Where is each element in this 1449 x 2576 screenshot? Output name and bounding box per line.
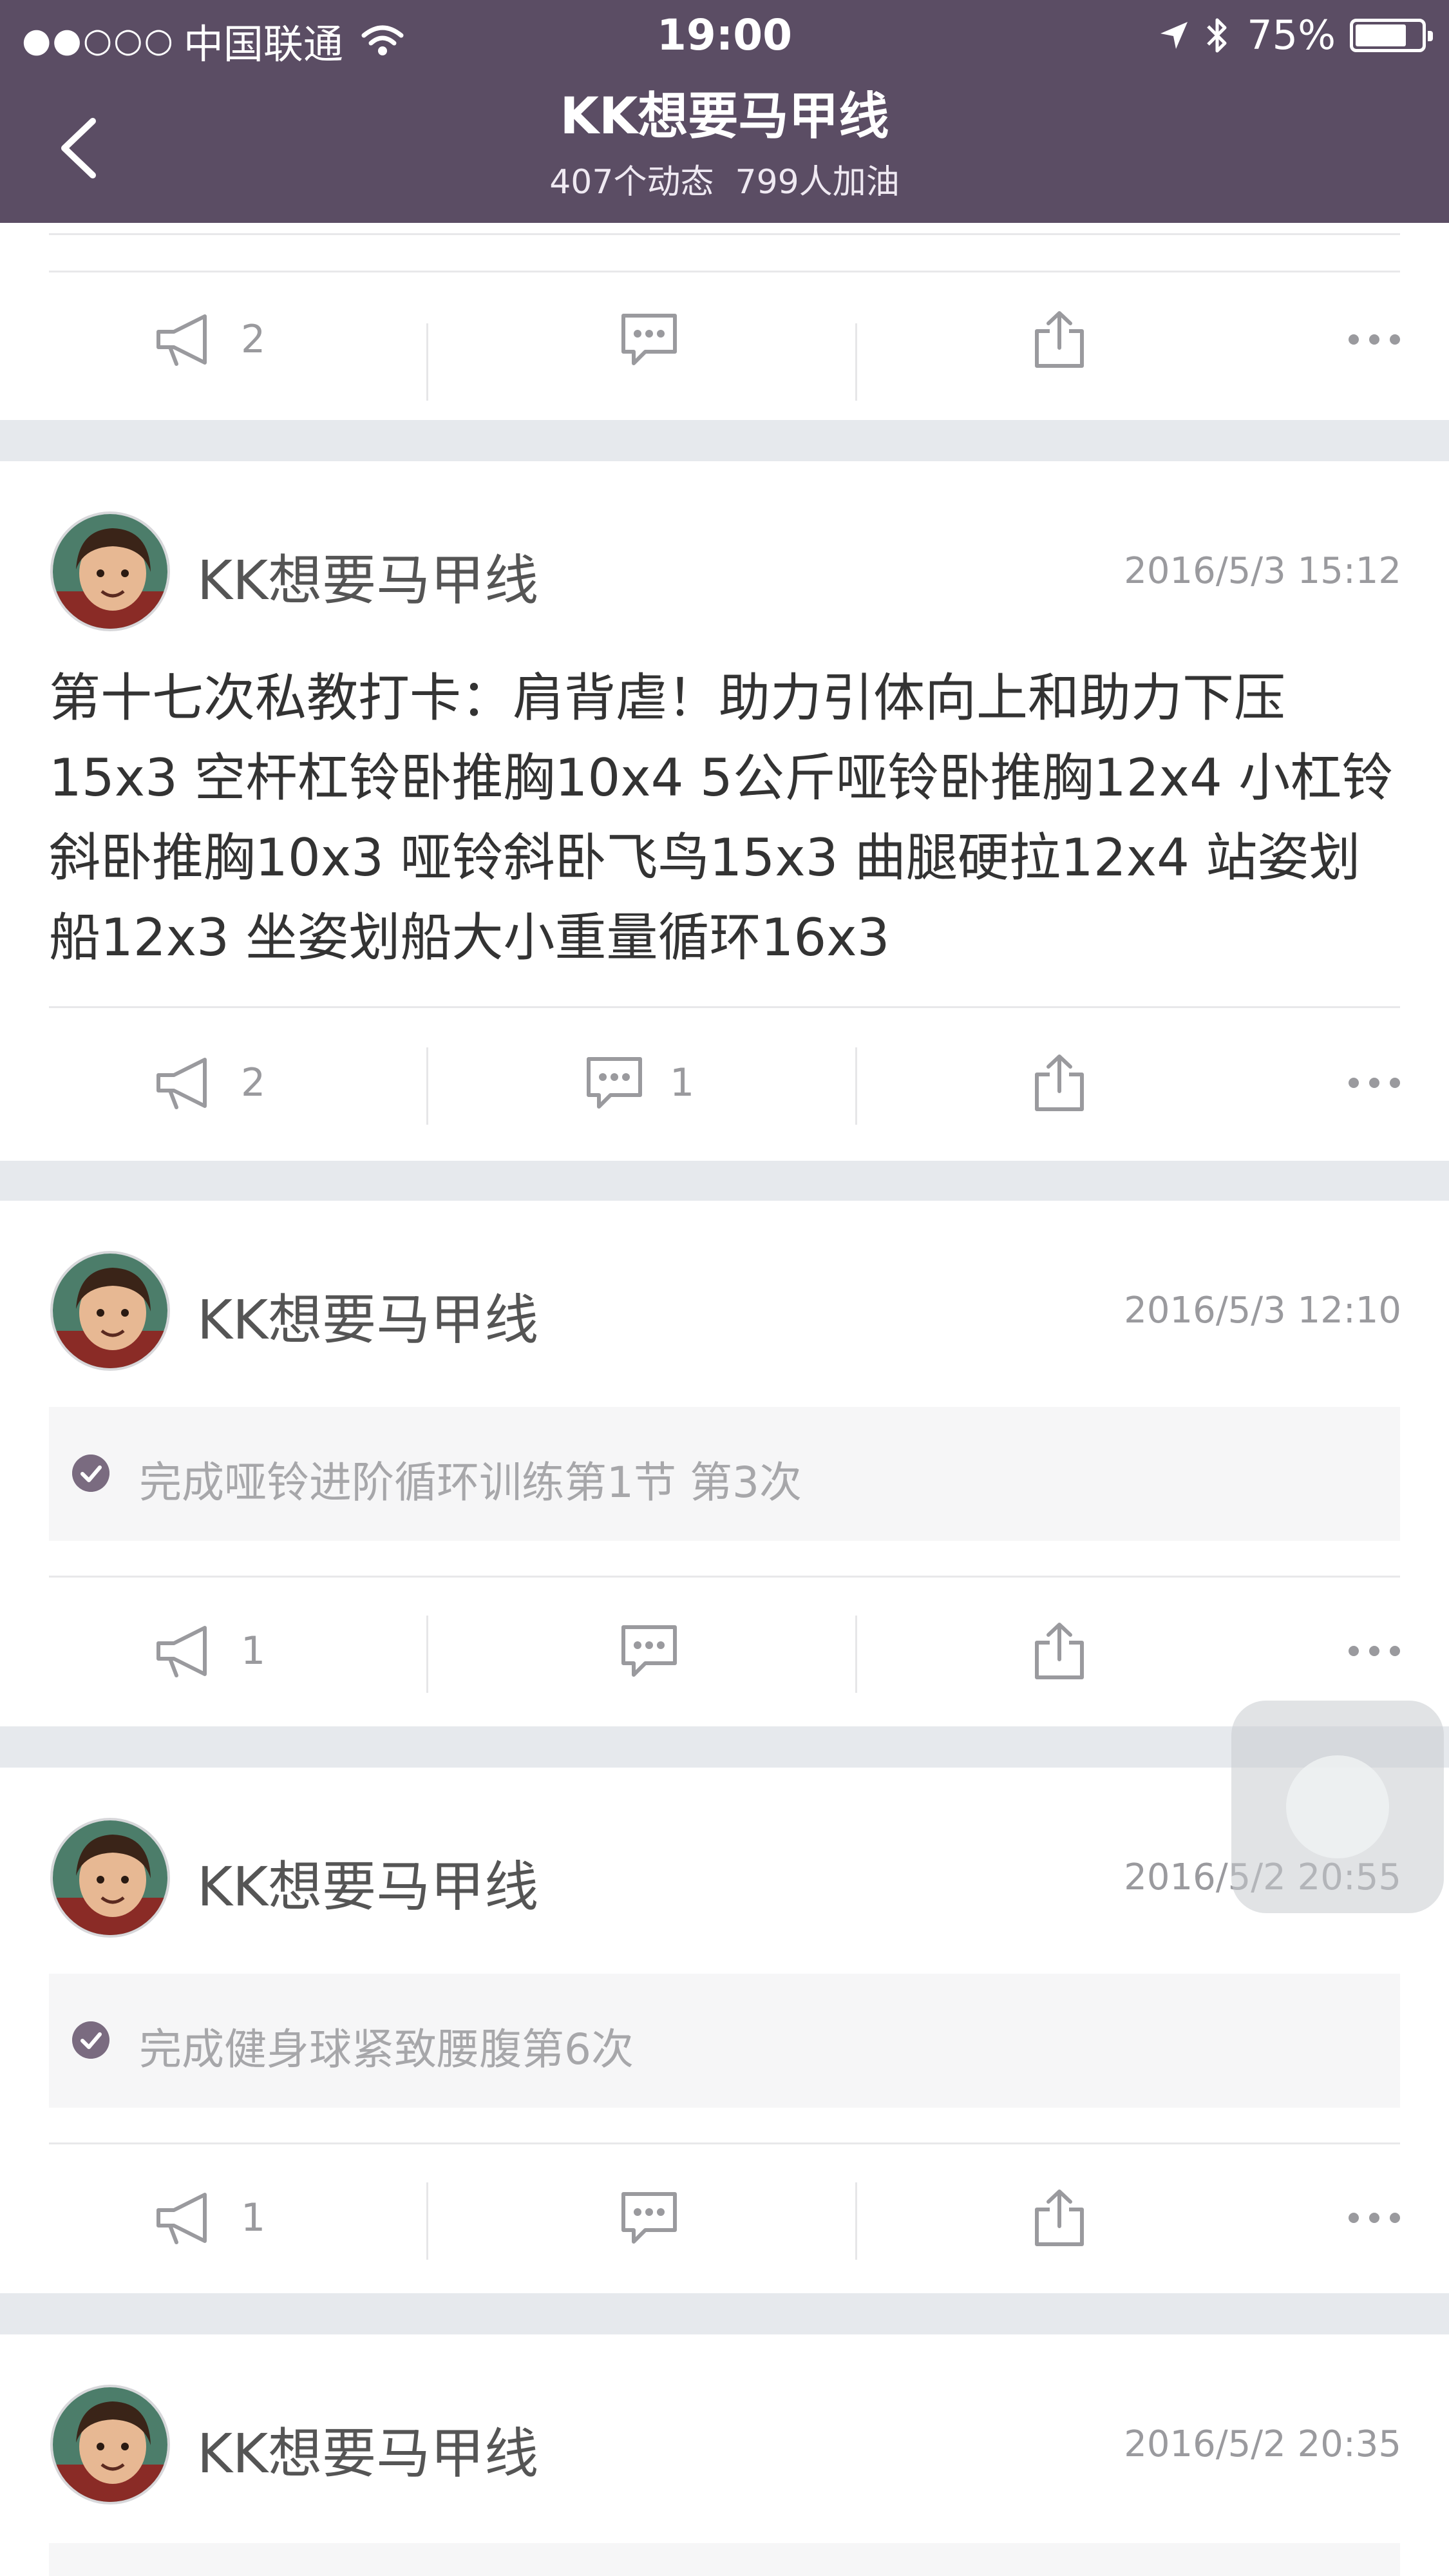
post-card: KK想要马甲线 2016/5/2 20:35 [0, 2334, 1449, 2576]
divider [49, 2142, 1400, 2144]
more-button[interactable] [1347, 2157, 1401, 2279]
comment-button[interactable] [620, 278, 679, 401]
location-arrow-icon [1160, 21, 1188, 49]
cheer-count: 2 [241, 1060, 266, 1105]
task-completion[interactable]: 完成健身球紧致腰腹第6次 [49, 1974, 1400, 2108]
status-right: 75% [1158, 12, 1433, 59]
share-icon [1035, 2190, 1084, 2246]
task-text: 完成哑铃进阶循环训练第1节 第3次 [139, 1458, 802, 1507]
task-completion[interactable] [49, 2543, 1400, 2576]
avatar[interactable] [50, 1251, 170, 1371]
avatar-image [53, 1820, 167, 1935]
megaphone-icon [156, 1626, 207, 1677]
post-time: 2016/5/3 12:10 [1124, 1290, 1401, 1331]
action-bar: 1 [0, 2157, 1449, 2279]
avatar[interactable] [50, 2385, 170, 2504]
comment-button[interactable] [620, 1590, 679, 1712]
action-divider [426, 1047, 428, 1125]
page-subtitle: 407个动态 799人加油 [549, 163, 900, 202]
action-divider [855, 1047, 857, 1125]
action-divider [426, 2182, 428, 2260]
comment-icon [621, 2192, 677, 2244]
more-button[interactable] [1347, 1590, 1401, 1712]
avatar[interactable] [50, 511, 170, 631]
cheer-count: 1 [241, 2195, 266, 2240]
avatar-image [53, 2387, 167, 2502]
divider [49, 233, 1400, 235]
action-bar: 1 [0, 1590, 1449, 1712]
comment-icon [621, 314, 677, 365]
share-button[interactable] [1033, 1022, 1086, 1144]
more-icon [1349, 334, 1400, 345]
megaphone-icon [156, 2193, 207, 2244]
divider [49, 1576, 1400, 1578]
action-divider [855, 2182, 857, 2260]
post-time: 2016/5/2 20:35 [1124, 2423, 1401, 2465]
comment-button[interactable] [620, 2157, 679, 2279]
cheer-count: 1 [241, 1628, 266, 1674]
author-name[interactable]: KK想要马甲线 [197, 2410, 538, 2488]
action-bar: 2 [0, 278, 1449, 401]
comment-icon [587, 1057, 642, 1109]
post-card: KK想要马甲线 2016/5/3 12:10 完成哑铃进阶循环训练第1节 第3次… [0, 1201, 1449, 1726]
avatar[interactable] [50, 1818, 170, 1938]
page-title: KK想要马甲线 [560, 88, 889, 146]
divider [49, 1006, 1400, 1008]
battery-percent: 75% [1247, 12, 1336, 59]
author-name[interactable]: KK想要马甲线 [197, 1277, 538, 1355]
more-icon [1349, 1078, 1400, 1088]
header: ●●○○○ 中国联通 19:00 75% KK想要马甲线 407个动态 799人… [0, 0, 1449, 223]
more-icon [1349, 2213, 1400, 2223]
cheer-count: 2 [241, 317, 266, 362]
cheer-button[interactable]: 2 [155, 1022, 265, 1144]
bluetooth-icon [1207, 18, 1227, 52]
divider [49, 271, 1400, 272]
avatar-image [53, 1254, 167, 1368]
megaphone-icon [156, 1058, 207, 1109]
check-circle-icon [72, 1455, 109, 1492]
share-button[interactable] [1033, 278, 1086, 401]
action-divider [855, 323, 857, 401]
author-name[interactable]: KK想要马甲线 [197, 537, 538, 615]
action-divider [426, 1616, 428, 1693]
share-button[interactable] [1033, 1590, 1086, 1712]
cheer-button[interactable]: 2 [155, 278, 265, 401]
avatar-image [53, 514, 167, 629]
comment-icon [621, 1625, 677, 1677]
share-icon [1035, 1054, 1084, 1111]
post-card: KK想要马甲线 2016/5/3 15:12 第十七次私教打卡：肩背虐！助力引体… [0, 461, 1449, 1161]
megaphone-icon [156, 314, 207, 366]
action-divider [855, 1616, 857, 1693]
post-text: 第十七次私教打卡：肩背虐！助力引体向上和助力下压15x3 空杆杠铃卧推胸10x4… [49, 668, 1394, 968]
comment-button[interactable]: 1 [585, 1022, 694, 1144]
screen: ●●○○○ 中国联通 19:00 75% KK想要马甲线 407个动态 799人… [0, 0, 1449, 2576]
cheer-button[interactable]: 1 [155, 2157, 265, 2279]
cheer-button[interactable]: 1 [155, 1590, 265, 1712]
share-icon [1035, 311, 1084, 368]
more-button[interactable] [1347, 1022, 1401, 1144]
share-icon [1035, 1623, 1084, 1679]
more-button[interactable] [1347, 278, 1401, 401]
action-bar: 2 1 [0, 1022, 1449, 1144]
task-completion[interactable]: 完成哑铃进阶循环训练第1节 第3次 [49, 1407, 1400, 1541]
assistive-touch-button[interactable] [1231, 1701, 1444, 1913]
comment-count: 1 [670, 1060, 695, 1105]
more-icon [1349, 1646, 1400, 1656]
share-button[interactable] [1033, 2157, 1086, 2279]
check-circle-icon [72, 2021, 109, 2059]
action-divider [426, 323, 428, 401]
author-name[interactable]: KK想要马甲线 [197, 1844, 538, 1922]
post-time: 2016/5/3 15:12 [1124, 550, 1401, 592]
post-card: 2 [0, 223, 1449, 420]
battery-icon [1350, 18, 1433, 52]
task-text: 完成健身球紧致腰腹第6次 [139, 2025, 634, 2074]
status-bar: ●●○○○ 中国联通 19:00 75% [0, 0, 1449, 71]
